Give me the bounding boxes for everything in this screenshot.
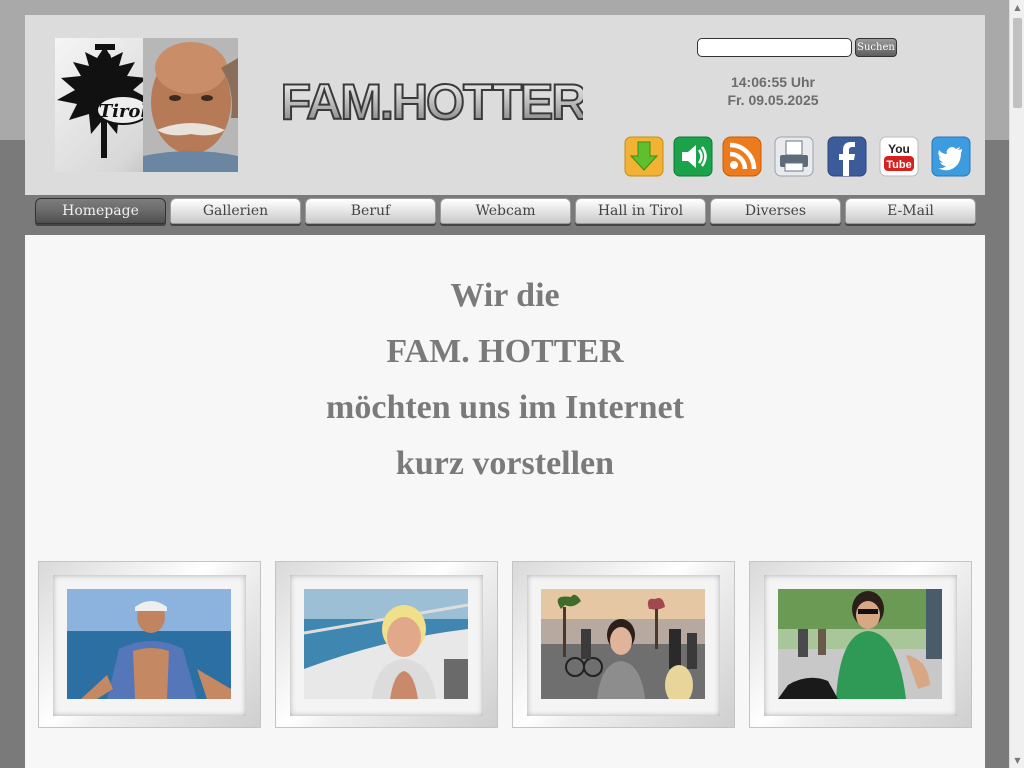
- twitter-icon[interactable]: [931, 136, 971, 177]
- tab-gallerien[interactable]: Gallerien: [170, 198, 301, 224]
- scroll-down-arrow-icon[interactable]: ▼: [1010, 753, 1024, 768]
- photo-mat: [53, 575, 246, 716]
- tab-homepage[interactable]: Homepage: [35, 198, 166, 224]
- photo-frame[interactable]: [512, 561, 735, 728]
- scroll-thumb[interactable]: [1013, 18, 1022, 108]
- tab-diverses[interactable]: Diverses: [710, 198, 841, 224]
- svg-text:Tube: Tube: [886, 159, 911, 171]
- gallery-photo-woman-on-boat[interactable]: [304, 589, 468, 699]
- intro-heading: Wir die FAM. HOTTER möchten uns im Inter…: [25, 271, 985, 495]
- main-navigation: Homepage Gallerien Beruf Webcam Hall in …: [25, 195, 985, 230]
- site-header: Tirol FAM.HOTTER Suchen 14:06:55 Uhr Fr.…: [25, 15, 985, 195]
- download-icon[interactable]: [624, 136, 664, 177]
- header-portrait-image: Tirol: [55, 38, 238, 172]
- logo-text: FAM.HOTTER: [283, 74, 583, 129]
- svg-text:You: You: [888, 142, 910, 156]
- gallery-photo-woman-at-promenade[interactable]: [541, 589, 705, 699]
- tab-email[interactable]: E-Mail: [845, 198, 976, 224]
- clock-display: 14:06:55 Uhr Fr. 09.05.2025: [693, 73, 853, 109]
- clock-date: Fr. 09.05.2025: [727, 92, 819, 108]
- rss-icon[interactable]: [722, 136, 762, 177]
- gallery-photo-man-at-sea[interactable]: [67, 589, 231, 699]
- main-content: Wir die FAM. HOTTER möchten uns im Inter…: [25, 235, 985, 768]
- clock-time: 14:06:55 Uhr: [730, 74, 816, 90]
- photo-mat: [290, 575, 483, 716]
- vertical-scrollbar[interactable]: ▲ ▼: [1009, 0, 1024, 768]
- intro-line: Wir die: [450, 277, 560, 314]
- gallery-photo-woman-in-green[interactable]: [778, 589, 942, 699]
- youtube-icon[interactable]: You Tube: [879, 136, 919, 177]
- tirol-text: Tirol: [99, 101, 148, 122]
- man-portrait-photo: [143, 38, 238, 172]
- search-button[interactable]: Suchen: [855, 38, 897, 57]
- fam-hotter-logo: FAM.HOTTER: [283, 73, 583, 129]
- photo-mat: [764, 575, 957, 716]
- tab-webcam[interactable]: Webcam: [440, 198, 571, 224]
- facebook-icon[interactable]: [827, 136, 867, 177]
- search-input[interactable]: [697, 38, 852, 57]
- speaker-icon[interactable]: [673, 136, 713, 177]
- photo-frame[interactable]: [749, 561, 972, 728]
- intro-line: möchten uns im Internet: [326, 389, 684, 426]
- tirol-eagle-emblem: Tirol: [57, 44, 151, 158]
- print-icon[interactable]: [774, 136, 814, 177]
- intro-line: kurz vorstellen: [395, 445, 615, 482]
- tab-beruf[interactable]: Beruf: [305, 198, 436, 224]
- photo-frame[interactable]: [38, 561, 261, 728]
- photo-mat: [527, 575, 720, 716]
- scroll-up-arrow-icon[interactable]: ▲: [1010, 0, 1024, 15]
- photo-frame[interactable]: [275, 561, 498, 728]
- tab-hall-in-tirol[interactable]: Hall in Tirol: [575, 198, 706, 224]
- intro-line: FAM. HOTTER: [386, 333, 624, 370]
